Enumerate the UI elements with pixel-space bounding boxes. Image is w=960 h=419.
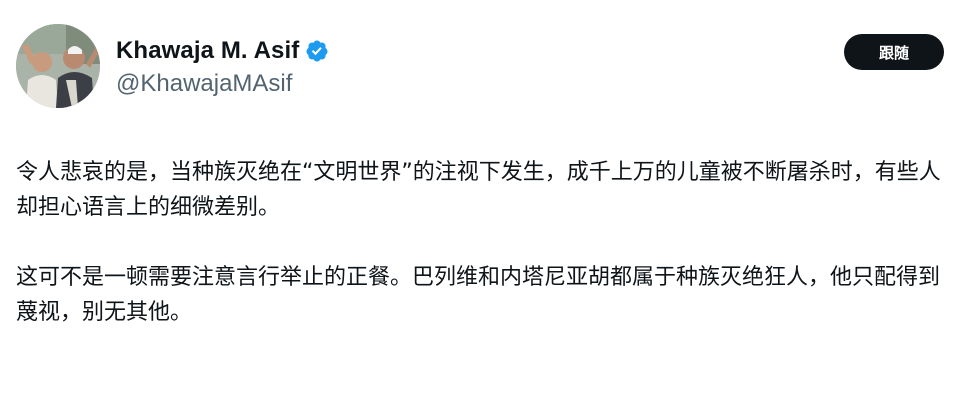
tweet-card: Khawaja M. Asif @KhawajaMAsif 跟随 令人悲哀的是，…	[0, 0, 960, 419]
tweet-paragraph-1: 令人悲哀的是，当种族灭绝在“文明世界”的注视下发生，成千上万的儿童被不断屠杀时，…	[16, 160, 941, 220]
tweet-text: 令人悲哀的是，当种族灭绝在“文明世界”的注视下发生，成千上万的儿童被不断屠杀时，…	[16, 155, 946, 330]
author-handle[interactable]: @KhawajaMAsif	[116, 70, 329, 98]
name-row: Khawaja M. Asif	[116, 36, 329, 66]
avatar[interactable]	[16, 24, 100, 108]
tweet-paragraph-2: 这可不是一顿需要注意言行举止的正餐。巴列维和内塔尼亚胡都属于种族灭绝狂人，他只配…	[16, 265, 941, 325]
tweet-header: Khawaja M. Asif @KhawajaMAsif 跟随	[16, 24, 944, 108]
avatar-photo-icon	[16, 24, 100, 108]
author-names: Khawaja M. Asif @KhawajaMAsif	[116, 36, 329, 98]
verified-badge-icon	[305, 39, 329, 63]
follow-button[interactable]: 跟随	[844, 34, 944, 70]
display-name[interactable]: Khawaja M. Asif	[116, 37, 299, 65]
